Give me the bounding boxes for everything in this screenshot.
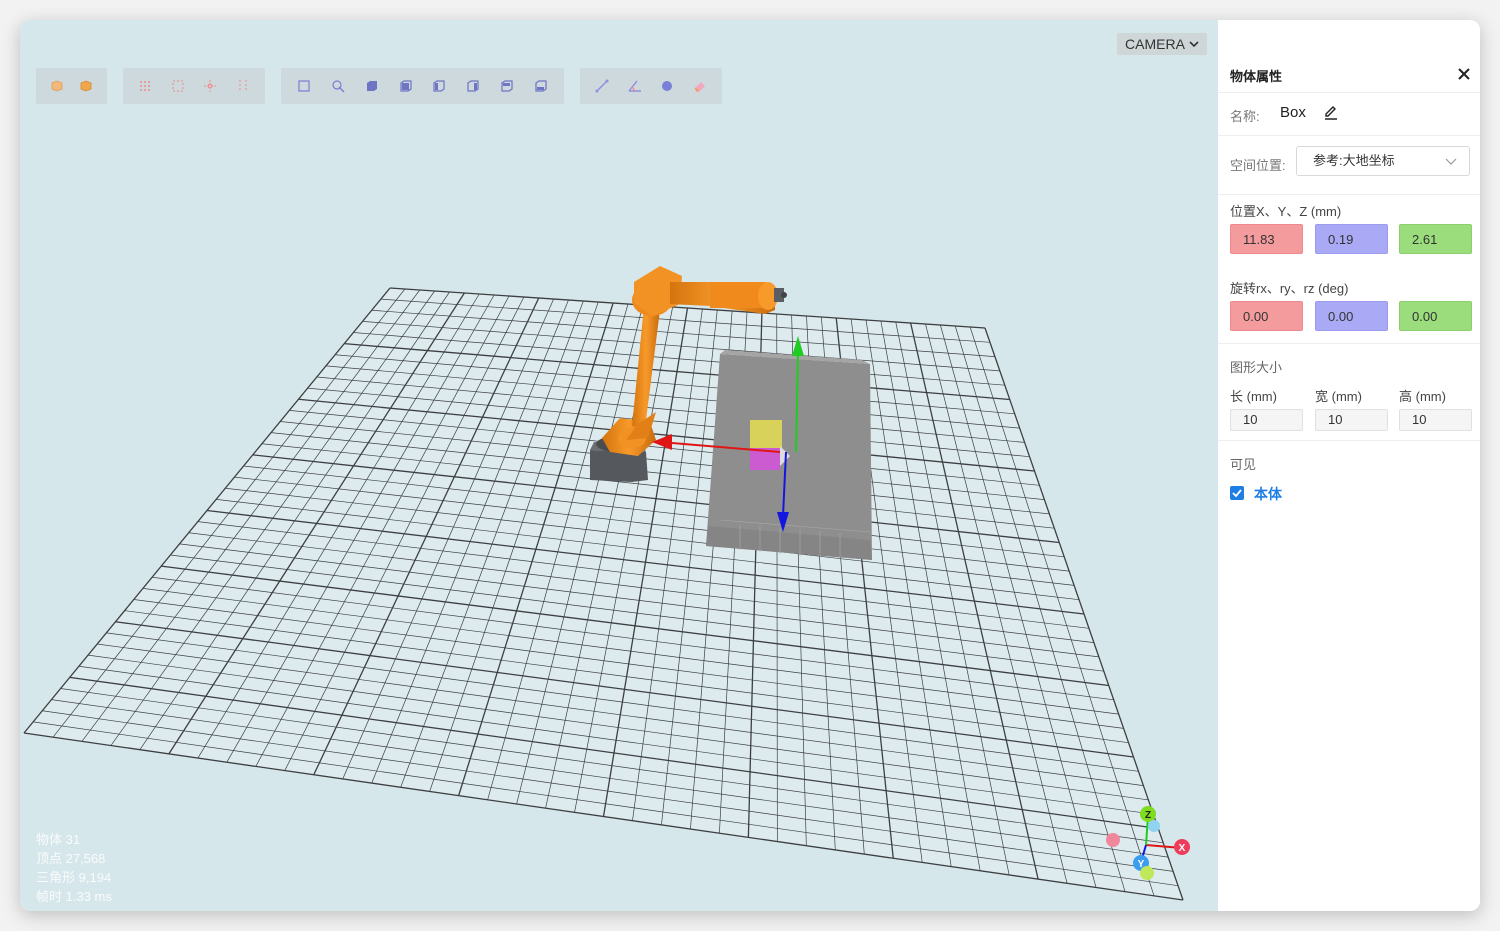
panel-header: 物体属性: [1218, 56, 1480, 93]
position-x-input[interactable]: 11.83: [1230, 224, 1303, 254]
rotation-rx-input[interactable]: 0.00: [1230, 301, 1303, 331]
grid-dots-icon[interactable]: [134, 75, 156, 97]
stat-objects: 物体 31: [36, 832, 81, 847]
space-row: 空间位置: 参考:大地坐标: [1218, 136, 1480, 195]
measure-angle-icon[interactable]: [624, 75, 646, 97]
grid-corners-icon[interactable]: [167, 75, 189, 97]
app-window: X Z Y CAMERA 物体 31 顶点 27,568 三角形 9,194 帧…: [20, 20, 1480, 911]
body-visible-checkbox[interactable]: [1230, 486, 1244, 500]
space-label: 空间位置:: [1230, 158, 1286, 173]
view-back-icon[interactable]: [395, 75, 417, 97]
measure-line-icon[interactable]: [591, 75, 613, 97]
name-label: 名称:: [1230, 109, 1260, 124]
panel-title: 物体属性: [1230, 69, 1283, 84]
body-visible-label[interactable]: 本体: [1254, 484, 1282, 504]
divider: [1218, 343, 1480, 344]
rotation-ry-input[interactable]: 0.00: [1315, 301, 1388, 331]
position-z-input[interactable]: 2.61: [1399, 224, 1472, 254]
view-bottom-icon[interactable]: [530, 75, 552, 97]
stat-frame-time: 帧时 1.33 ms: [36, 889, 112, 904]
rotation-label: 旋转rx、ry、rz (deg): [1230, 281, 1349, 296]
length-label: 长 (mm): [1230, 389, 1277, 404]
height-label: 高 (mm): [1399, 389, 1446, 404]
grid-move-icon[interactable]: [199, 75, 221, 97]
checkmark-icon: [1232, 489, 1242, 498]
scene-canvas[interactable]: X Z Y: [20, 20, 1218, 911]
rotation-rz-input[interactable]: 0.00: [1399, 301, 1472, 331]
length-input[interactable]: 10: [1230, 409, 1303, 431]
cube-shaded-icon[interactable]: [75, 75, 97, 97]
view-front-icon[interactable]: [361, 75, 383, 97]
box-object[interactable]: [706, 350, 872, 560]
frame-icon[interactable]: [293, 75, 315, 97]
height-input[interactable]: 10: [1399, 409, 1472, 431]
reference-frame-value: 参考:大地坐标: [1313, 153, 1395, 168]
toolbar-group-snap: [123, 68, 265, 104]
name-row: 名称: Box: [1218, 92, 1480, 136]
camera-label: CAMERA: [1125, 36, 1185, 52]
width-label: 宽 (mm): [1315, 389, 1362, 404]
3d-viewport[interactable]: X Z Y CAMERA 物体 31 顶点 27,568 三角形 9,194 帧…: [20, 20, 1218, 911]
reference-frame-select[interactable]: 参考:大地坐标: [1296, 146, 1470, 176]
render-stats: 物体 31 顶点 27,568 三角形 9,194 帧时 1.33 ms: [36, 830, 112, 906]
toolbar-group-views: [281, 68, 564, 104]
visible-section-label: 可见: [1230, 457, 1257, 472]
cube-solid-icon[interactable]: [46, 75, 68, 97]
position-y-input[interactable]: 0.19: [1315, 224, 1388, 254]
width-input[interactable]: 10: [1315, 409, 1388, 431]
view-top-icon[interactable]: [496, 75, 518, 97]
eraser-icon[interactable]: [689, 75, 711, 97]
toolbar-group-measure: [580, 68, 722, 104]
grid-vertical-icon[interactable]: [232, 75, 254, 97]
size-section-label: 图形大小: [1230, 360, 1283, 375]
axis-z-label: Z: [1145, 810, 1151, 821]
view-right-icon[interactable]: [462, 75, 484, 97]
view-left-icon[interactable]: [428, 75, 450, 97]
object-name: Box: [1280, 104, 1306, 121]
properties-panel: 物体属性 名称: Box 空间位置: 参考:大地坐标 位置X、Y、Z (mm) …: [1218, 20, 1480, 911]
grid-floor: [23, 287, 1184, 901]
axis-y-label: Y: [1138, 859, 1145, 870]
close-icon[interactable]: [1454, 64, 1474, 84]
camera-select[interactable]: CAMERA: [1117, 33, 1207, 55]
axis-x-label: X: [1179, 843, 1186, 854]
chevron-down-icon: [1189, 41, 1199, 48]
stat-triangles: 三角形 9,194: [36, 870, 112, 885]
point-icon[interactable]: [656, 75, 678, 97]
chevron-down-icon: [1445, 158, 1457, 165]
stat-vertices: 顶点 27,568: [36, 851, 106, 866]
divider: [1218, 440, 1480, 441]
toolbar-group-view: [36, 68, 107, 104]
pencil-icon[interactable]: [1322, 103, 1340, 121]
select-icon[interactable]: [327, 75, 349, 97]
position-label: 位置X、Y、Z (mm): [1230, 204, 1342, 219]
